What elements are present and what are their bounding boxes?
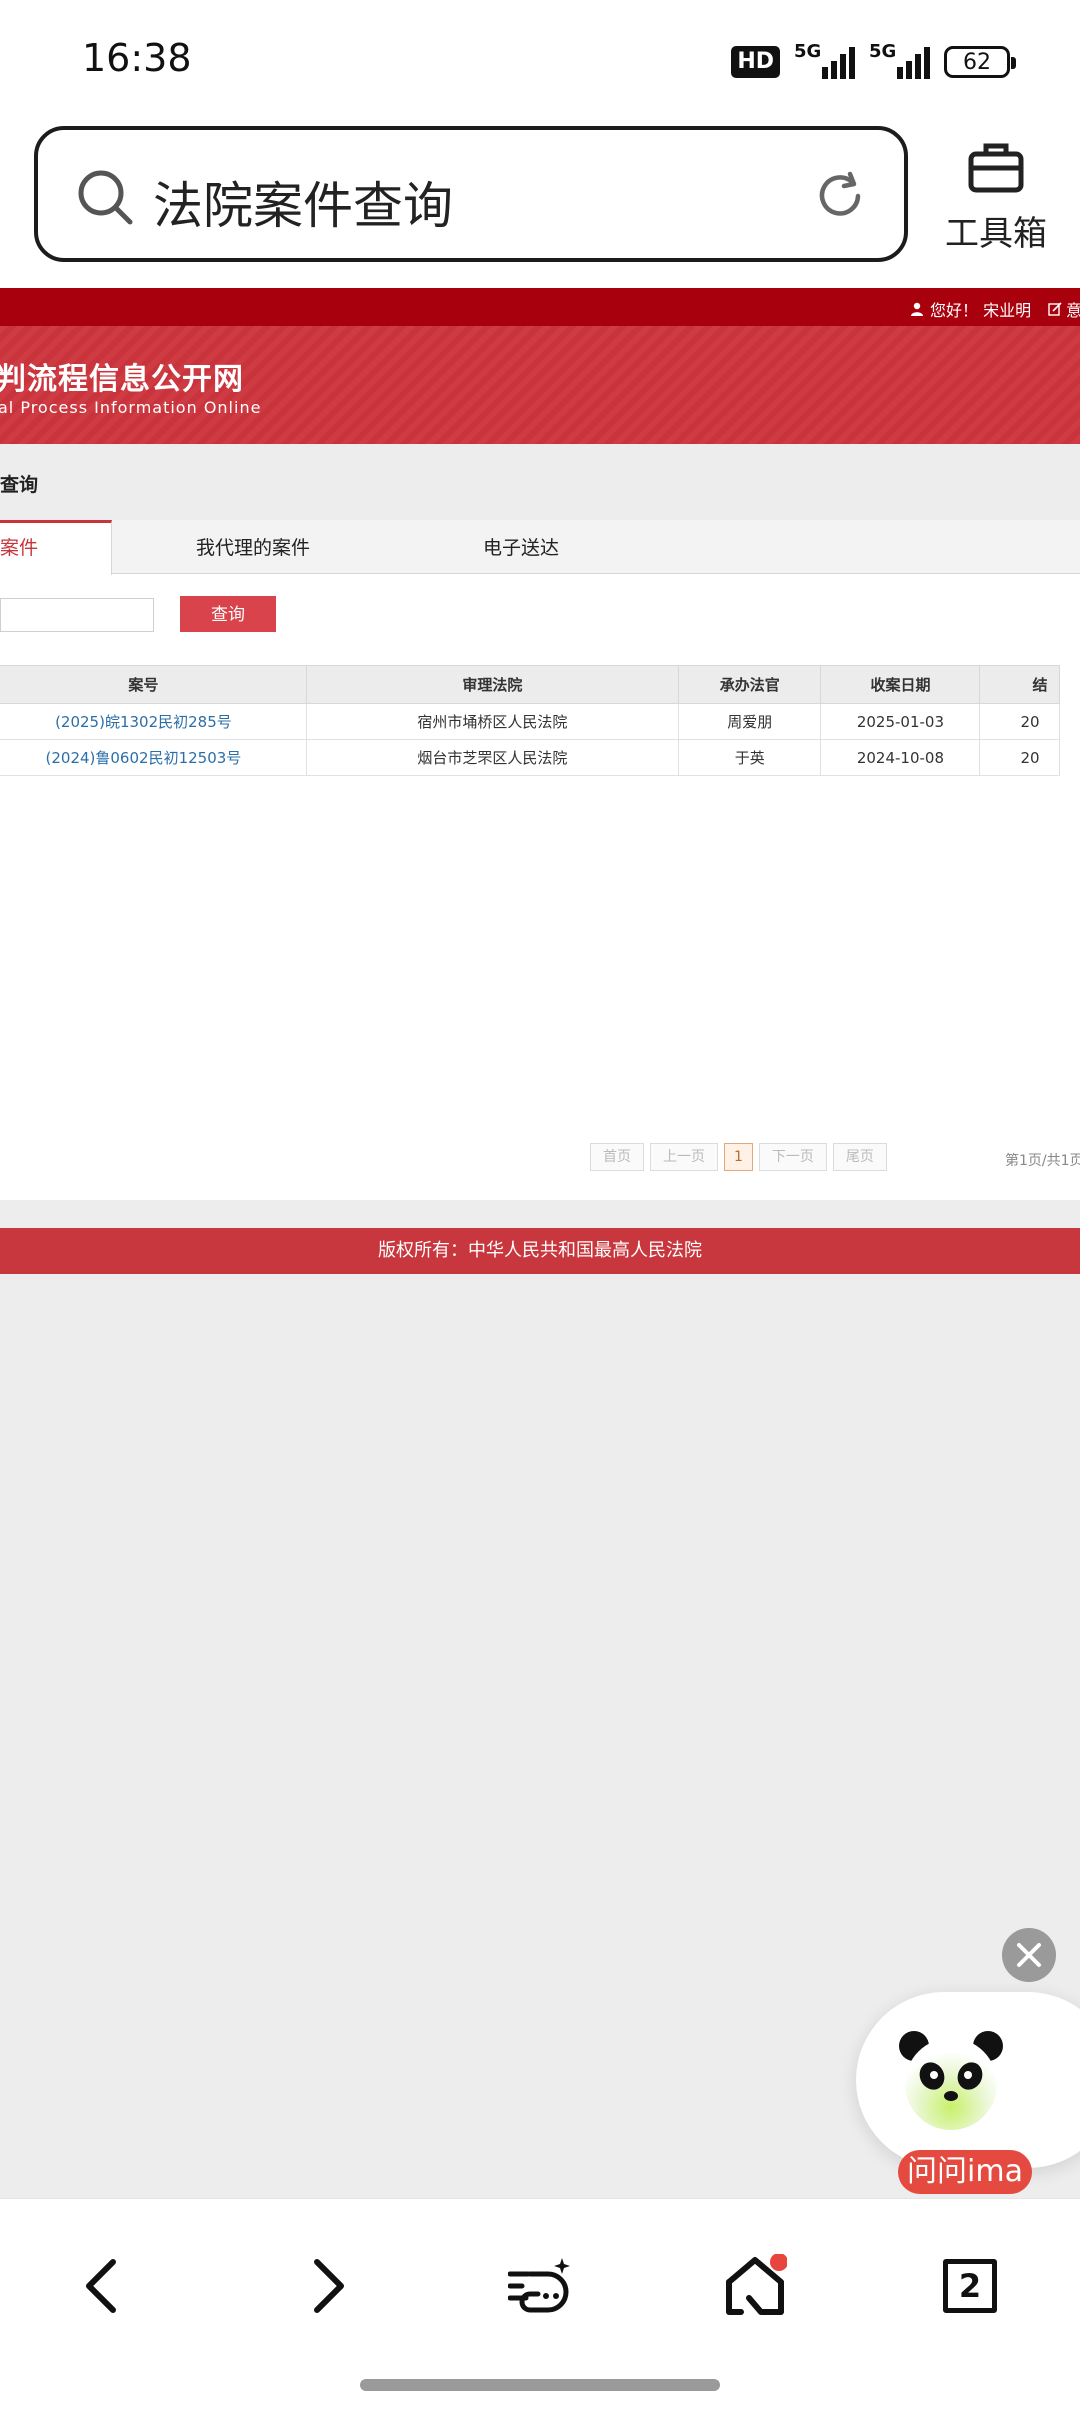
hd-icon: HD [731, 46, 780, 78]
ima-assistant-widget[interactable] [856, 1992, 1080, 2168]
forward-button[interactable] [290, 2251, 360, 2321]
tabs-button[interactable]: 2 [935, 2251, 1005, 2321]
site-footer: 版权所有：中华人民共和国最高人民法院 [0, 1228, 1080, 1274]
tab-count-icon: 2 [943, 2259, 997, 2313]
status-time: 16:38 [82, 36, 192, 80]
edit-link[interactable]: 意 [1048, 297, 1080, 321]
case-tabs: 案件 我代理的案件 电子送达 [0, 520, 1080, 575]
toolbox-label: 工具箱 [945, 214, 1047, 254]
table-row: (2024)鲁0602民初12503号 烟台市芝罘区人民法院 于英 2024-1… [0, 739, 1060, 776]
query-button[interactable]: 查询 [180, 596, 276, 632]
close-icon [1017, 1943, 1041, 1967]
table-header-row: 案号 审理法院 承办法官 收案日期 结 [0, 665, 1060, 704]
site-subtitle: al Process Information Online [0, 398, 262, 417]
content-panel: 案件 我代理的案件 电子送达 查询 案号 审理法院 承办法官 收案日期 结 (2… [0, 520, 1080, 1200]
search-query-text: 法院案件查询 [153, 177, 453, 235]
back-button[interactable] [70, 2251, 140, 2321]
close-float-button[interactable] [1002, 1928, 1056, 1982]
signal-icon: 5G [794, 41, 855, 79]
col-case-no: 案号 [0, 665, 307, 704]
web-content: 您好！ 宋业明 意 判流程信息公开网 al Process Informatio… [0, 288, 1080, 2198]
last-page-button[interactable]: 尾页 [832, 1143, 887, 1171]
extra-cell: 20 [979, 739, 1060, 776]
judge-cell: 周爱朋 [678, 703, 822, 740]
col-judge: 承办法官 [678, 665, 822, 704]
address-search-bar[interactable]: 法院案件查询 [34, 126, 908, 262]
toolbox-button[interactable]: 工具箱 [936, 138, 1056, 268]
user-greeting[interactable]: 您好！ 宋业明 [910, 297, 1031, 321]
panda-icon [899, 2031, 1003, 2130]
site-banner: 判流程信息公开网 al Process Information Online [0, 326, 1080, 444]
first-page-button[interactable]: 首页 [590, 1143, 644, 1171]
ai-chat-icon [508, 2258, 570, 2313]
extra-cell: 20 [979, 703, 1060, 740]
date-cell: 2025-01-03 [820, 703, 981, 740]
status-bar: 16:38 HD 5G 5G 62 [0, 0, 1080, 120]
case-number-link[interactable]: (2025)皖1302民初285号 [0, 703, 307, 740]
battery-icon: 62 [944, 46, 1016, 78]
case-search-input[interactable] [0, 598, 154, 632]
col-extra: 结 [979, 665, 1060, 704]
back-icon [86, 2259, 116, 2313]
home-icon [726, 2254, 787, 2315]
tab-electronic-delivery[interactable]: 电子送达 [483, 520, 559, 574]
tab-my-agent-cases[interactable]: 我代理的案件 [196, 520, 310, 574]
ask-ima-badge[interactable]: 问问ima [898, 2150, 1032, 2194]
case-table: 案号 审理法院 承办法官 收案日期 结 (2025)皖1302民初285号 宿州… [0, 665, 1060, 776]
page-info: 第1页/共1页 [1005, 1153, 1080, 1169]
court-cell: 烟台市芝罘区人民法院 [305, 739, 680, 776]
tab-cases[interactable]: 案件 [0, 520, 112, 575]
section-title: 查询 [0, 474, 39, 496]
browser-bottom-nav: 2 [0, 2198, 1080, 2412]
user-icon [911, 302, 923, 316]
date-cell: 2024-10-08 [820, 739, 981, 776]
status-icons: HD 5G 5G 62 [731, 41, 1016, 82]
browser-toolbar: 法院案件查询 工具箱 [0, 120, 1080, 288]
next-page-button[interactable]: 下一页 [758, 1143, 827, 1171]
judge-cell: 于英 [678, 739, 822, 776]
signal-icon-2: 5G [869, 41, 930, 79]
current-page[interactable]: 1 [724, 1143, 753, 1171]
toolbox-icon [968, 143, 1024, 193]
search-icon [78, 170, 133, 225]
pagination: 首页 上一页 1 下一页 尾页 [590, 1143, 887, 1173]
site-top-strip: 您好！ 宋业明 意 [0, 288, 1080, 326]
edit-icon [1048, 302, 1062, 316]
refresh-icon[interactable] [814, 170, 866, 222]
forward-icon [314, 2259, 344, 2313]
ai-assistant-button[interactable] [505, 2251, 575, 2321]
col-court: 审理法院 [305, 665, 680, 704]
site-title: 判流程信息公开网 [0, 362, 244, 397]
case-number-link[interactable]: (2024)鲁0602民初12503号 [0, 739, 307, 776]
home-indicator[interactable] [360, 2379, 720, 2391]
prev-page-button[interactable]: 上一页 [650, 1143, 718, 1171]
court-cell: 宿州市埇桥区人民法院 [305, 703, 680, 740]
table-row: (2025)皖1302民初285号 宿州市埇桥区人民法院 周爱朋 2025-01… [0, 703, 1060, 740]
home-button[interactable] [720, 2251, 790, 2321]
col-date: 收案日期 [820, 665, 981, 704]
